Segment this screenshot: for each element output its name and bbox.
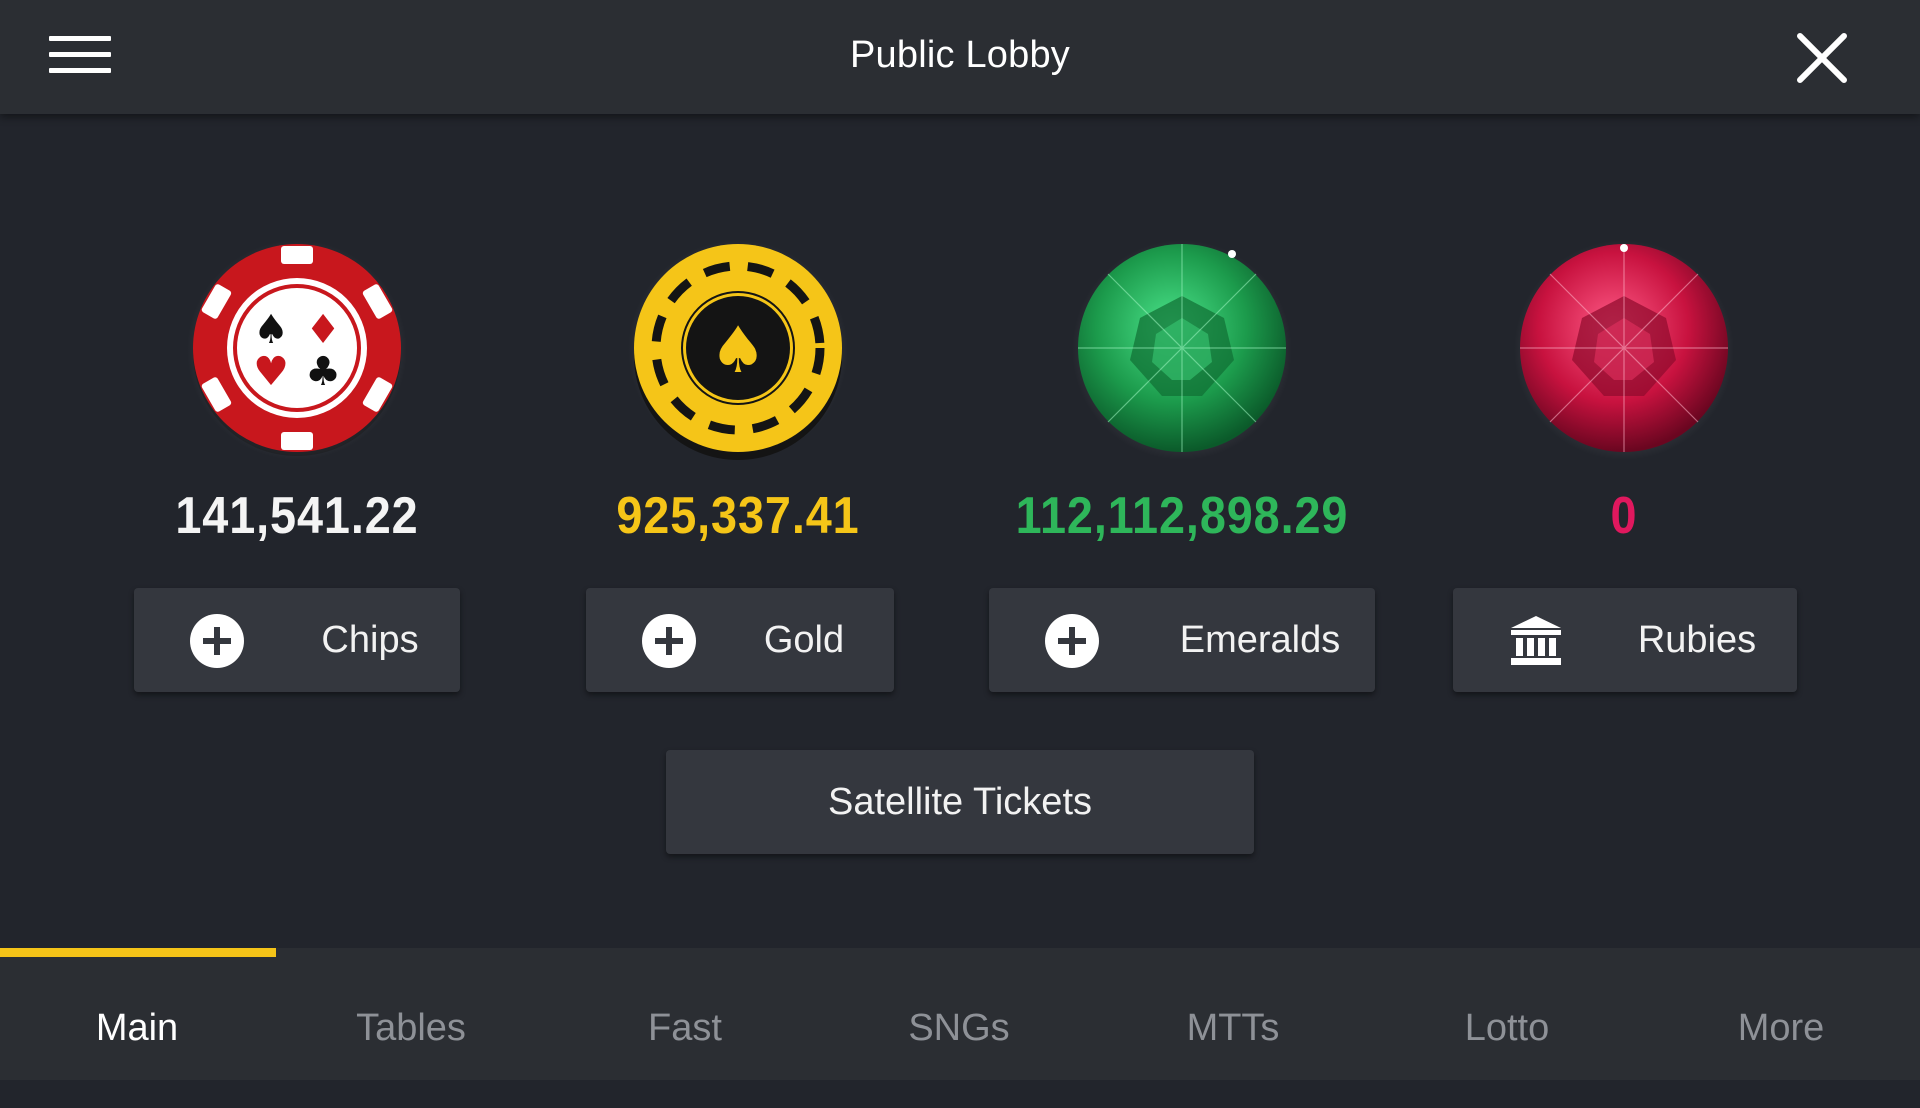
tab-fast[interactable]: Fast bbox=[548, 948, 822, 1080]
svg-text:♦: ♦ bbox=[305, 307, 341, 353]
plus-circle-icon bbox=[1045, 614, 1099, 668]
rubies-balance: 0 bbox=[1394, 240, 1854, 546]
gold-button-label: Gold bbox=[763, 619, 845, 661]
svg-text:♠: ♠ bbox=[253, 307, 289, 353]
add-gold-button[interactable]: Gold bbox=[586, 588, 894, 692]
gold-balance: ♠ 925,337.41 bbox=[508, 240, 968, 546]
emerald-gem-icon bbox=[1072, 240, 1292, 460]
chips-button-label: Chips bbox=[321, 619, 419, 661]
plus-circle-icon bbox=[642, 614, 696, 668]
plus-circle-icon bbox=[190, 614, 244, 668]
close-icon[interactable] bbox=[1790, 26, 1854, 90]
top-bar: Public Lobby bbox=[0, 0, 1920, 114]
tab-more[interactable]: More bbox=[1644, 948, 1918, 1080]
bank-icon bbox=[1511, 616, 1561, 665]
tab-sngs[interactable]: SNGs bbox=[822, 948, 1096, 1080]
gold-coin-icon: ♠ bbox=[628, 240, 848, 460]
tab-main[interactable]: Main bbox=[0, 948, 274, 1080]
emeralds-amount: 112,112,898.29 bbox=[1015, 487, 1349, 545]
svg-text:♣: ♣ bbox=[305, 349, 341, 395]
ruby-gem-icon bbox=[1514, 240, 1734, 460]
poker-chip-icon: ♠ ♦ ♥ ♣ bbox=[187, 240, 407, 460]
rubies-amount: 0 bbox=[1610, 487, 1638, 545]
gold-amount: 925,337.41 bbox=[616, 487, 860, 545]
tab-tables[interactable]: Tables bbox=[274, 948, 548, 1080]
page-title: Public Lobby bbox=[850, 34, 1070, 76]
rubies-bank-button[interactable]: Rubies bbox=[1453, 588, 1797, 692]
satellite-tickets-button[interactable]: Satellite Tickets bbox=[666, 750, 1254, 854]
chips-balance: ♠ ♦ ♥ ♣ 141,541.22 bbox=[67, 240, 527, 546]
tab-mtts[interactable]: MTTs bbox=[1096, 948, 1370, 1080]
bottom-tab-bar: Main Tables Fast SNGs MTTs Lotto More bbox=[0, 948, 1920, 1080]
svg-text:♥: ♥ bbox=[253, 349, 289, 395]
rubies-button-label: Rubies bbox=[1637, 619, 1757, 661]
emeralds-button-label: Emeralds bbox=[1179, 619, 1341, 661]
add-chips-button[interactable]: Chips bbox=[134, 588, 460, 692]
emeralds-balance: 112,112,898.29 bbox=[952, 240, 1412, 546]
svg-text:♠: ♠ bbox=[709, 314, 766, 388]
tab-lotto[interactable]: Lotto bbox=[1370, 948, 1644, 1080]
add-emeralds-button[interactable]: Emeralds bbox=[989, 588, 1375, 692]
chips-amount: 141,541.22 bbox=[175, 487, 419, 545]
